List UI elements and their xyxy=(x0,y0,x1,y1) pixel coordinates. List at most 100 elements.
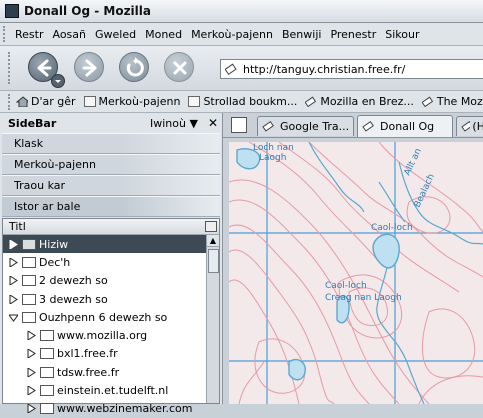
toolbar-grip[interactable] xyxy=(3,26,9,42)
map-label: Loch nan xyxy=(253,143,294,153)
title-bar: Donall Og - Mozilla xyxy=(0,0,483,23)
menu-file[interactable]: Restr xyxy=(15,28,43,41)
history-item[interactable]: www.webzinemaker.com xyxy=(3,400,207,418)
bookmark-folder-strollad[interactable]: Strollad boukm... xyxy=(188,95,297,108)
navigation-toolbar xyxy=(0,46,483,91)
reload-icon xyxy=(126,57,144,77)
menu-edit[interactable]: Aosañ xyxy=(52,28,86,41)
history-item[interactable]: 2 dewezh so xyxy=(3,272,207,290)
tab-label: Google Tra... xyxy=(280,120,350,133)
history-item[interactable]: Dec'h xyxy=(3,253,207,271)
menu-bookmarks[interactable]: Merkoù-pajenn xyxy=(191,28,273,41)
back-history-dropdown[interactable] xyxy=(51,74,65,88)
bookmark-mozilla-org[interactable]: The Mozilla Or... xyxy=(421,95,483,108)
bookmark-label: Mozilla en Brez... xyxy=(320,95,414,108)
tab-strip: Google Tra... Donall Og (H xyxy=(223,113,483,138)
sidebar-panel-bookmarks[interactable]: Merkoù-pajenn xyxy=(2,154,220,175)
page-proxy-icon[interactable] xyxy=(225,63,237,75)
column-header-title[interactable]: Titl xyxy=(3,219,219,235)
map-label: Allt an xyxy=(403,147,424,177)
sidebar-panel-label: Traou kar xyxy=(14,179,66,192)
bookmark-label: The Mozilla Or... xyxy=(436,95,483,108)
twisty-closed-icon[interactable] xyxy=(9,294,18,304)
menu-help[interactable]: Sikour xyxy=(385,28,419,41)
reload-button[interactable] xyxy=(119,52,149,82)
menu-view[interactable]: Gweled xyxy=(95,28,136,41)
map-label: Creag nan Laogh xyxy=(325,293,402,303)
menu-tools[interactable]: Benwiji xyxy=(282,28,321,41)
map-label: Bealach xyxy=(413,172,437,209)
page-icon xyxy=(461,120,471,132)
tab-third[interactable]: (H xyxy=(456,116,483,136)
forward-arrow-icon xyxy=(82,59,97,77)
url-input[interactable] xyxy=(243,62,483,76)
history-item[interactable]: bxl1.free.fr xyxy=(3,345,207,363)
history-item[interactable]: www.mozilla.org xyxy=(3,326,207,344)
twisty-closed-icon[interactable] xyxy=(9,239,18,249)
map-label: Laogh xyxy=(259,153,286,163)
bookmark-folder-bookmarks[interactable]: Merkoù-pajenn xyxy=(83,95,181,108)
bookmark-label: Strollad boukm... xyxy=(203,95,298,108)
folder-icon xyxy=(188,96,201,107)
bookmark-page-icon xyxy=(421,96,433,107)
sidebar-tabs-menu[interactable]: Iwinoù ▼ xyxy=(150,117,198,130)
twisty-closed-icon[interactable] xyxy=(27,331,36,341)
tab-donall-og[interactable]: Donall Og xyxy=(357,115,453,137)
home-icon xyxy=(16,96,28,107)
folder-icon xyxy=(40,366,54,378)
stop-button[interactable] xyxy=(164,52,194,82)
bookmark-label: Merkoù-pajenn xyxy=(98,95,181,108)
sidebar-panel-related[interactable]: Traou kar xyxy=(2,175,220,196)
twisty-closed-icon[interactable] xyxy=(27,404,36,414)
folder-icon xyxy=(40,348,54,360)
menu-go[interactable]: Moned xyxy=(145,28,182,41)
vertical-scrollbar[interactable]: ▲ xyxy=(206,235,219,403)
folder-icon xyxy=(22,275,36,287)
history-rows: Hiziw Dec'h 2 dewezh so 3 dewezh so Ouzhpenn… xyxy=(3,235,207,418)
bookmark-mozilla-brezhoneg[interactable]: Mozilla en Brez... xyxy=(305,95,414,108)
column-header-label: Titl xyxy=(9,220,26,233)
page-icon xyxy=(262,120,274,132)
column-picker-icon[interactable] xyxy=(205,221,217,232)
url-bar[interactable] xyxy=(220,59,483,79)
twisty-closed-icon[interactable] xyxy=(27,349,36,359)
home-button[interactable]: D'ar gêr xyxy=(16,95,76,108)
twisty-closed-icon[interactable] xyxy=(9,276,18,286)
bookmark-page-icon xyxy=(305,96,317,107)
folder-icon xyxy=(40,330,54,342)
twisty-closed-icon[interactable] xyxy=(27,386,36,396)
scroll-thumb[interactable] xyxy=(208,249,219,273)
tab-google-translate[interactable]: Google Tra... xyxy=(257,116,354,136)
twisty-closed-icon[interactable] xyxy=(27,367,36,377)
sidebar-panel-history[interactable]: Istor ar bale xyxy=(2,196,220,217)
folder-icon xyxy=(22,293,36,305)
folder-icon xyxy=(83,96,96,107)
history-item[interactable]: Ouzhpenn 6 dewezh so xyxy=(3,308,207,326)
history-item[interactable]: einstein.et.tudelft.nl xyxy=(3,381,207,399)
window-title: Donall Og - Mozilla xyxy=(24,4,151,18)
mozilla-app-icon[interactable] xyxy=(5,4,19,18)
menu-bar: Restr Aosañ Gweled Moned Merkoù-pajenn B… xyxy=(0,23,483,46)
forward-button[interactable] xyxy=(74,52,104,82)
toolbar-grip[interactable] xyxy=(8,52,14,84)
sidebar: SideBar Iwinoù ▼ ✕ Klask Merkoù-pajenn T… xyxy=(0,113,223,415)
history-tree[interactable]: Titl Hiziw Dec'h 2 dewezh so 3 dewezh so Ouz… xyxy=(2,218,220,415)
toolbar-grip[interactable] xyxy=(8,93,10,110)
topographic-map-image: Loch nan Laogh Allt an Bealach Caol-loch… xyxy=(229,142,483,404)
close-icon[interactable]: ✕ xyxy=(208,116,218,130)
twisty-closed-icon[interactable] xyxy=(9,257,18,267)
sidebar-panel-label: Istor ar bale xyxy=(14,200,81,213)
history-item[interactable]: 3 dewezh so xyxy=(3,290,207,308)
scroll-up-arrow-icon[interactable]: ▲ xyxy=(207,235,219,247)
sidebar-panel-search[interactable]: Klask xyxy=(2,133,220,154)
new-tab-icon[interactable] xyxy=(231,117,247,133)
history-item[interactable]: tdsw.free.fr xyxy=(3,363,207,381)
chevron-down-icon xyxy=(55,80,61,83)
twisty-open-icon[interactable] xyxy=(9,313,18,322)
folder-icon xyxy=(40,385,54,397)
menu-window[interactable]: Prenestr xyxy=(330,28,376,41)
sidebar-title: SideBar xyxy=(8,116,57,130)
stop-icon xyxy=(173,61,187,75)
history-item[interactable]: Hiziw xyxy=(3,235,207,254)
bookmarks-toolbar: D'ar gêr Merkoù-pajenn Strollad boukm...… xyxy=(0,91,483,113)
